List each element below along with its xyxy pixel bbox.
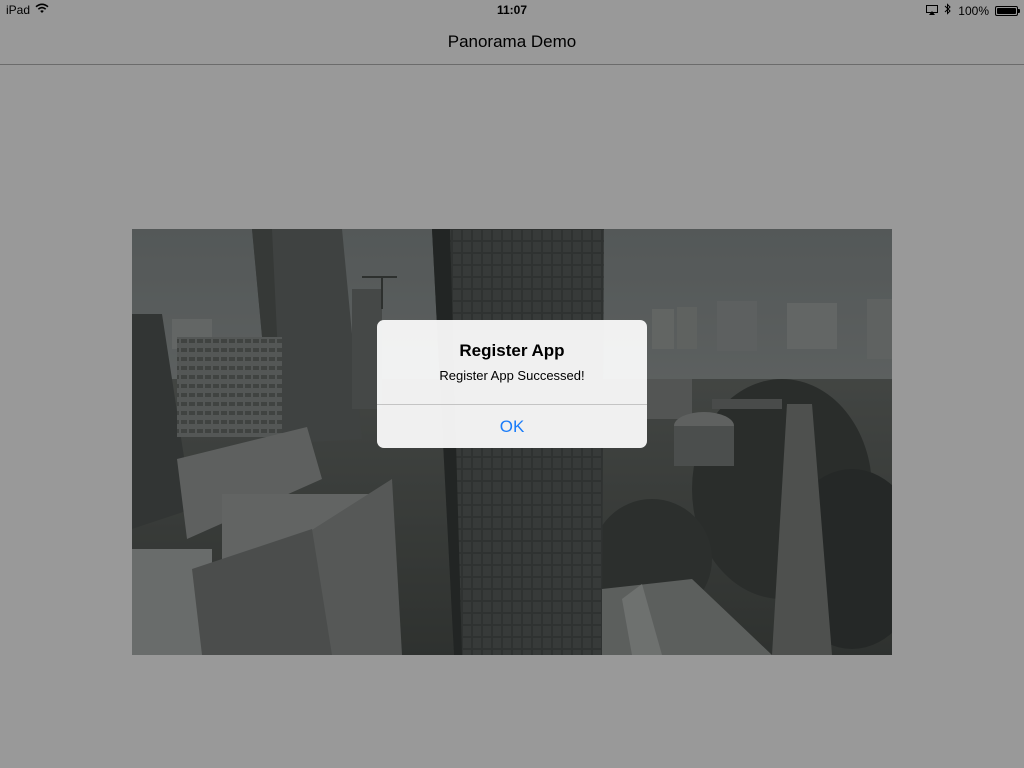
ok-button[interactable]: OK bbox=[377, 405, 647, 448]
alert-message: Register App Successed! bbox=[439, 368, 585, 383]
alert-dialog: Register App Register App Successed! OK bbox=[377, 320, 647, 448]
alert-title: Register App bbox=[459, 341, 565, 360]
